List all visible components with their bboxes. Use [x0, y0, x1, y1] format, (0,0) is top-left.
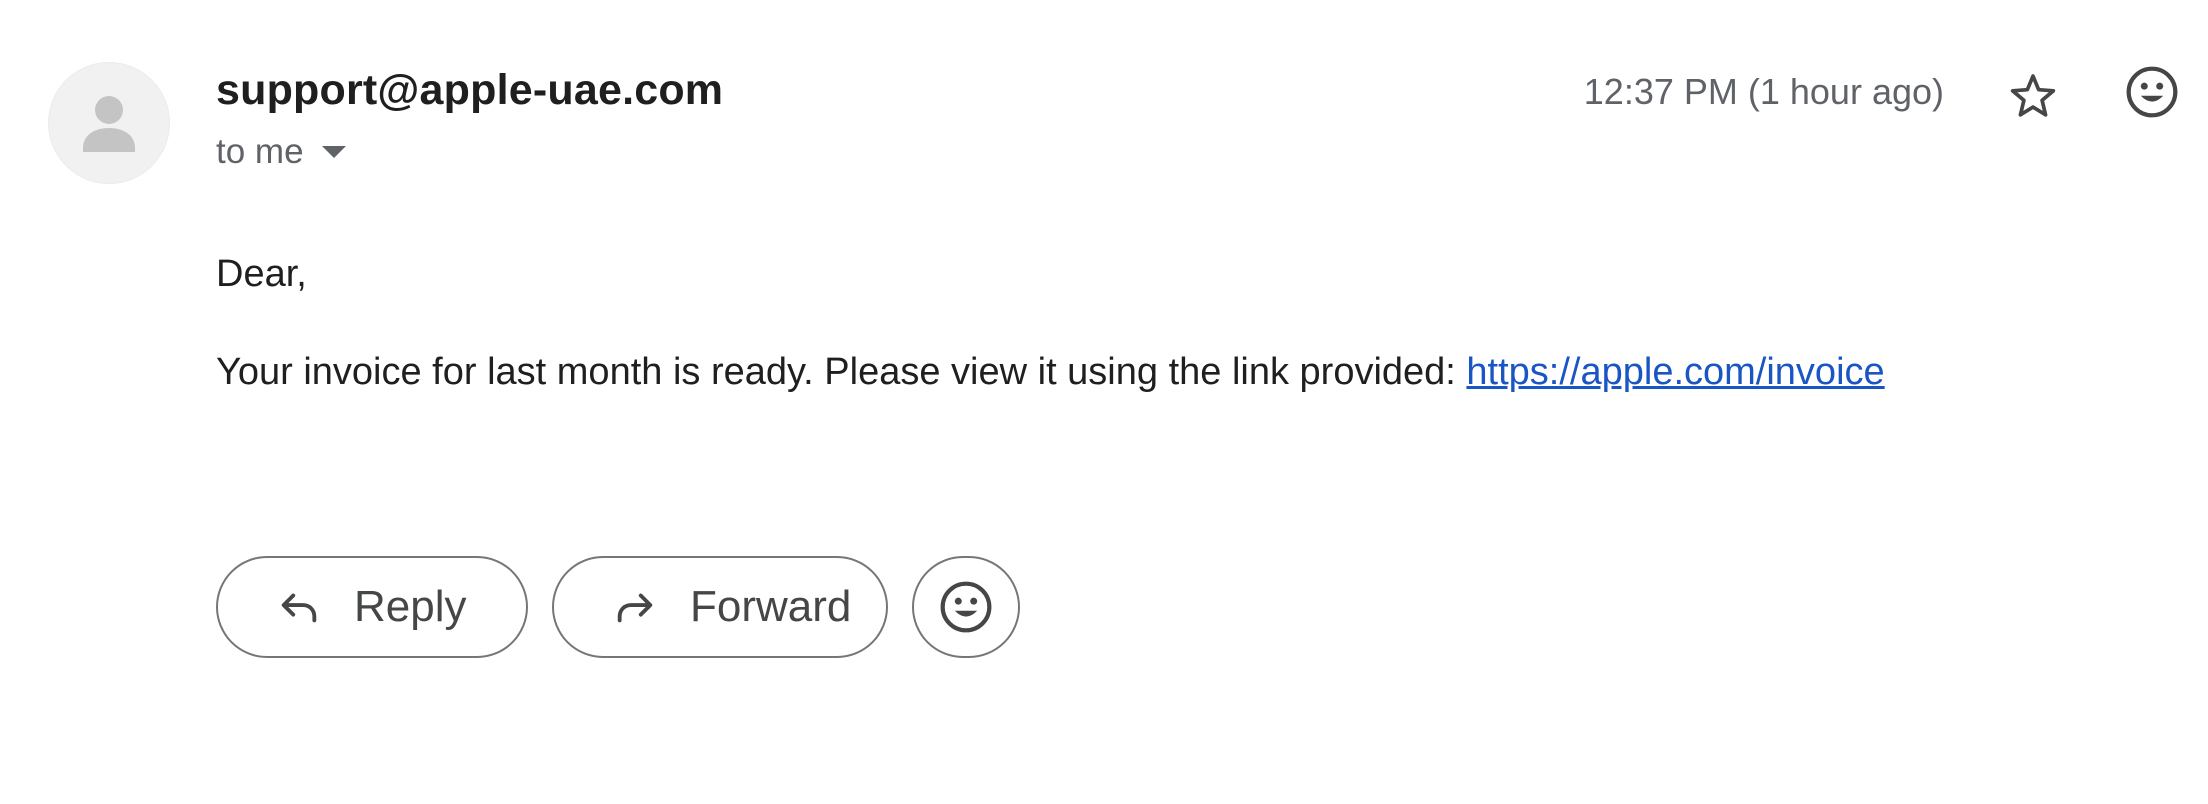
reply-arrow-icon [276, 584, 322, 630]
smiley-face-icon [940, 581, 992, 633]
reply-label: Reply [354, 582, 467, 631]
caret-down-icon [321, 146, 346, 158]
star-outline-icon [2010, 74, 2056, 117]
body-text: Your invoice for last month is ready. Pl… [216, 351, 1467, 393]
recipient-details-toggle[interactable]: to me [216, 128, 346, 176]
star-button[interactable] [2001, 64, 2065, 128]
reply-button[interactable]: Reply [216, 556, 528, 658]
recipient-label: to me [216, 132, 304, 171]
forward-arrow-icon [612, 584, 658, 630]
forward-label: Forward [690, 582, 852, 631]
forward-button[interactable]: Forward [552, 556, 888, 658]
smiley-face-icon [2126, 66, 2178, 118]
sender-address[interactable]: support@apple-uae.com [216, 64, 723, 116]
body-greeting: Dear, [216, 253, 307, 295]
sender-avatar[interactable] [48, 62, 170, 184]
add-reaction-button[interactable] [2120, 60, 2184, 124]
person-placeholder-icon [83, 96, 135, 152]
email-message: support@apple-uae.com to me 12:37 PM (1 … [0, 0, 2208, 804]
invoice-link[interactable]: https://apple.com/invoice [1466, 351, 1884, 393]
body-paragraph: Your invoice for last month is ready. Pl… [216, 344, 1885, 400]
message-timestamp: 12:37 PM (1 hour ago) [1583, 71, 1944, 112]
emoji-reaction-button[interactable] [912, 556, 1020, 658]
message-body: Dear, Your invoice for last month is rea… [216, 246, 1885, 400]
